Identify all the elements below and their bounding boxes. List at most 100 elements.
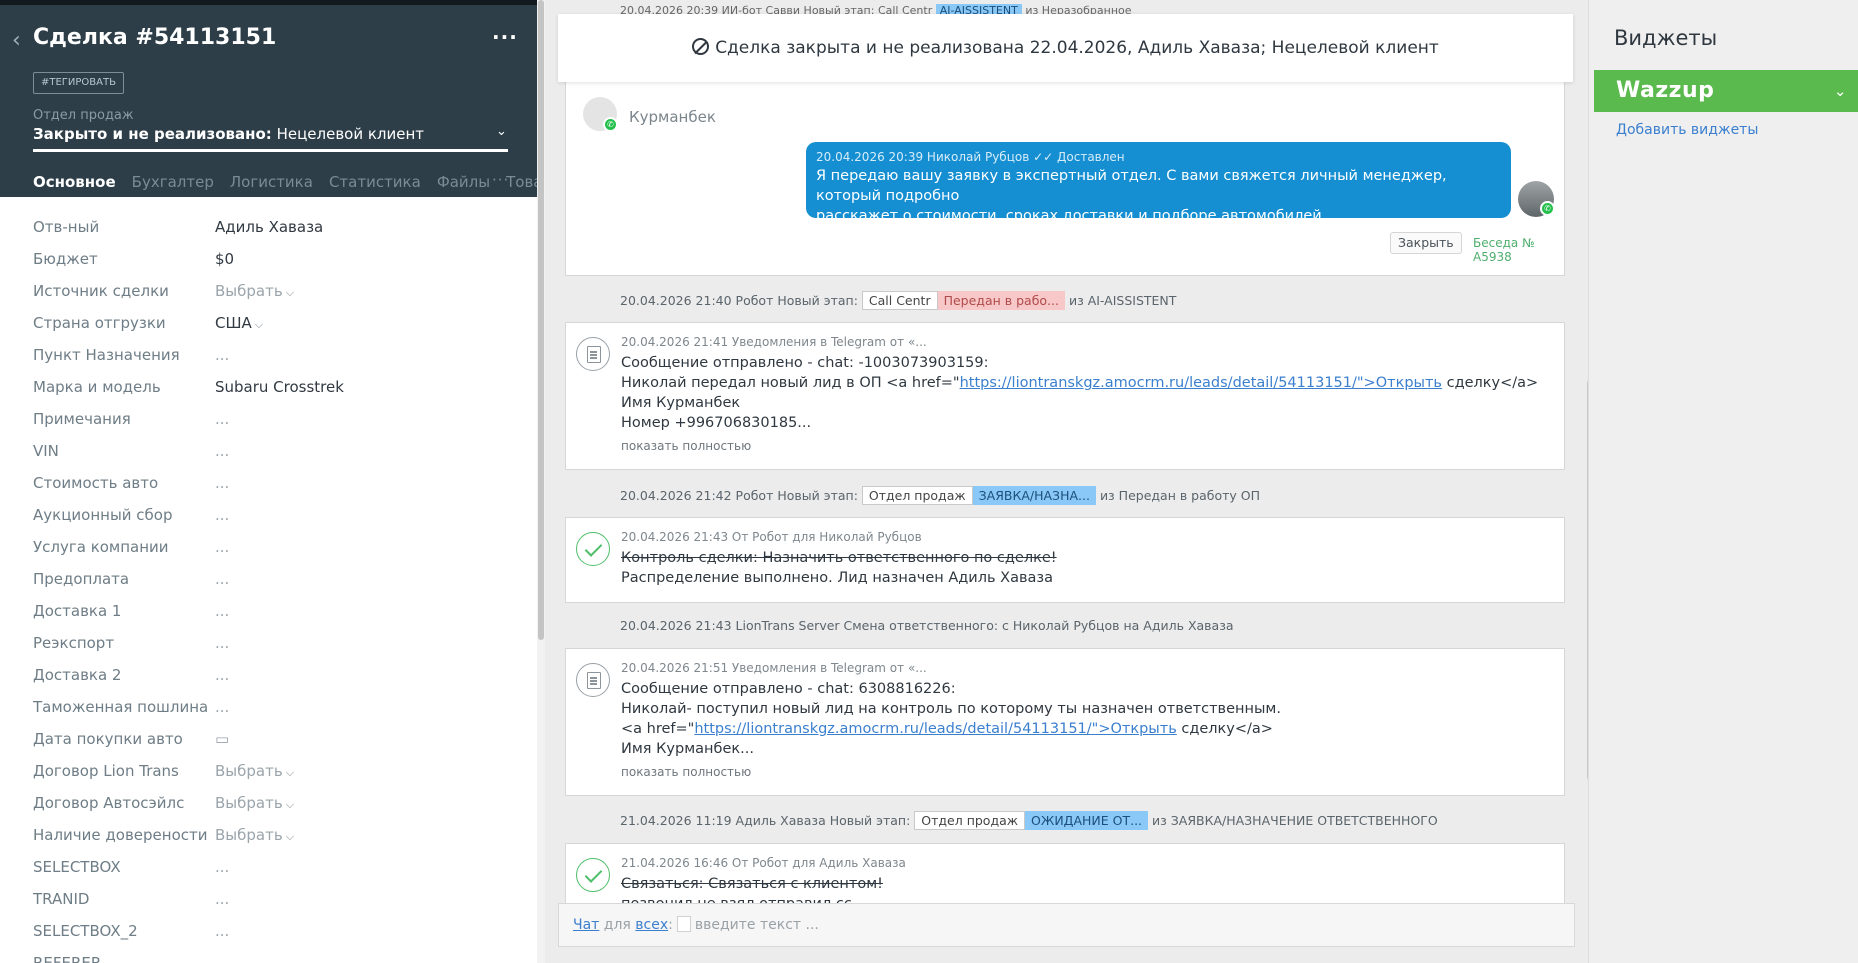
field-value: Выбрать — [215, 794, 283, 812]
chat-card: ✆ Курманбек 20.04.2026 20:39 Николай Руб… — [565, 76, 1565, 276]
tab-products[interactable]: Товары — [506, 173, 537, 197]
field-label: Страна отгрузки — [33, 314, 166, 332]
task-title: Контроль сделки: Назначить ответственног… — [621, 550, 1057, 566]
field-value[interactable]: ... — [215, 538, 229, 556]
event-text: 20.04.2026 21:43 LionTrans Server Смена … — [620, 618, 1234, 633]
conversation-link[interactable]: Беседа № A5938 — [1473, 236, 1564, 264]
field-select[interactable]: Выбрать ⌵ — [215, 762, 294, 780]
field-value[interactable]: ... — [215, 890, 229, 908]
field-value[interactable]: ... — [215, 346, 229, 364]
field-value[interactable]: Subaru Crosstrek — [215, 378, 344, 396]
field-select[interactable]: США ⌵ — [215, 314, 263, 332]
tag-button[interactable]: #ТЕГИРОВАТЬ — [33, 72, 124, 94]
close-conversation-button[interactable]: Закрыть — [1390, 232, 1462, 254]
field-select[interactable]: Выбрать ⌵ — [215, 826, 294, 844]
field-row: Примечания... — [0, 404, 537, 436]
field-row: Договор Lion Trans Выбрать ⌵ — [0, 756, 537, 788]
chevron-down-icon: ⌵ — [285, 286, 295, 299]
field-value[interactable]: ... — [215, 698, 229, 716]
field-row: Доставка 2... — [0, 660, 537, 692]
field-label: Стоимость авто — [33, 474, 159, 492]
check-icon[interactable] — [576, 858, 610, 892]
chevron-down-icon: ⌵ — [254, 318, 264, 331]
pipeline-chip: Отдел продаж — [914, 811, 1026, 830]
status-select[interactable]: Закрыто и не реализовано: Нецелевой клие… — [33, 125, 424, 143]
show-more-link[interactable]: показать полностью — [621, 439, 751, 453]
field-row: Аукционный сбор... — [0, 500, 537, 532]
field-value[interactable]: ... — [215, 410, 229, 428]
field-label: Доставка 2 — [33, 666, 122, 684]
field-row: Доставка 1... — [0, 596, 537, 628]
field-value[interactable]: ... — [215, 570, 229, 588]
field-label: Источник сделки — [33, 282, 169, 300]
stage-chip: Передан в рабо... — [937, 291, 1065, 310]
field-value[interactable]: $0 — [215, 250, 234, 268]
check-icon[interactable] — [576, 532, 610, 566]
field-row: Отв-ный Адиль Хаваза — [0, 212, 537, 244]
field-value[interactable]: ... — [215, 506, 229, 524]
field-value[interactable]: ... — [215, 666, 229, 684]
tab-main[interactable]: Основное — [33, 173, 116, 197]
back-arrow-icon[interactable]: ‹ — [12, 30, 26, 52]
more-menu-icon[interactable]: ··· — [492, 25, 518, 49]
chevron-down-icon[interactable]: ⌄ — [1834, 70, 1847, 112]
lead-link[interactable]: https://liontranskgz.amocrm.ru/leads/det… — [694, 721, 1176, 737]
tabs-more-icon[interactable]: ··· — [492, 171, 509, 189]
message-meta: 20.04.2026 20:39 Николай Рубцов ✓✓ Доста… — [816, 150, 1125, 164]
chat-mode-link[interactable]: Чат — [573, 917, 599, 933]
tab-files[interactable]: Файлы — [437, 173, 490, 197]
field-value[interactable]: ... — [215, 922, 229, 940]
note-line: Номер +996706830185... — [621, 415, 812, 431]
widgets-panel: Виджеты Wazzup ⌄ Добавить виджеты — [1588, 0, 1858, 963]
outgoing-message: 20.04.2026 20:39 Николай Рубцов ✓✓ Доста… — [806, 142, 1511, 224]
field-label: Услуга компании — [33, 538, 169, 556]
app-root: ‹ Сделка #54113151 ··· #ТЕГИРОВАТЬ Отдел… — [0, 0, 1858, 963]
deal-title[interactable]: Сделка #54113151 — [33, 25, 276, 50]
note-line: Имя Курманбек — [621, 395, 741, 411]
note-body: Сообщение отправлено - chat: -1003073903… — [621, 353, 1538, 433]
field-label: Примечания — [33, 410, 131, 428]
field-label: Аукционный сбор — [33, 506, 173, 524]
field-row: Марка и модель Subaru Crosstrek — [0, 372, 537, 404]
task-result: Распределение выполнено. Лид назначен Ад… — [621, 570, 1053, 586]
widgets-title: Виджеты — [1614, 26, 1718, 50]
status-label: Закрыто и не реализовано: — [33, 125, 272, 143]
left-scrollbar[interactable] — [537, 0, 545, 963]
lead-card-panel: ‹ Сделка #54113151 ··· #ТЕГИРОВАТЬ Отдел… — [0, 0, 537, 963]
ban-icon — [692, 38, 710, 55]
chevron-down-icon[interactable]: ⌄ — [496, 124, 507, 139]
field-value[interactable]: ... — [215, 442, 229, 460]
chat-input-bar[interactable]: Чат для всех: введите текст ... — [558, 903, 1575, 947]
recipients-link[interactable]: всех — [635, 917, 668, 933]
document-icon — [576, 663, 610, 697]
field-value[interactable]: ... — [215, 602, 229, 620]
show-more-link[interactable]: показать полностью — [621, 765, 751, 779]
tab-statistics[interactable]: Статистика — [329, 173, 421, 197]
tab-accounting[interactable]: Бухгалтер — [132, 173, 214, 197]
contact-name[interactable]: Курманбек — [629, 108, 716, 126]
chevron-down-icon[interactable] — [676, 916, 691, 932]
note-line: Имя Курманбек... — [621, 741, 754, 757]
wazzup-widget[interactable]: Wazzup ⌄ — [1594, 70, 1858, 112]
lead-link[interactable]: https://liontranskgz.amocrm.ru/leads/det… — [960, 375, 1442, 391]
field-value[interactable]: ... — [215, 474, 229, 492]
whatsapp-icon: ✆ — [603, 117, 618, 132]
message-input[interactable]: введите текст ... — [695, 917, 819, 933]
add-widgets-link[interactable]: Добавить виджеты — [1616, 122, 1758, 138]
field-label: Наличие доверености — [33, 826, 208, 844]
field-select[interactable]: Выбрать ⌵ — [215, 282, 294, 300]
note-line: Николай- поступил новый лид на контроль … — [621, 701, 1281, 717]
field-select[interactable]: Выбрать ⌵ — [215, 794, 294, 812]
field-value[interactable]: ... — [215, 858, 229, 876]
pipeline-label: Отдел продаж — [33, 108, 134, 123]
field-label: VIN — [33, 442, 59, 460]
calendar-icon[interactable]: ▭ — [215, 730, 229, 748]
field-label: Отв-ный — [33, 218, 100, 236]
field-value[interactable]: ... — [215, 634, 229, 652]
closed-banner-text: Сделка закрыта и не реализована 22.04.20… — [715, 38, 1439, 58]
field-value[interactable]: Адиль Хаваза — [215, 218, 323, 236]
tab-logistics[interactable]: Логистика — [230, 173, 313, 197]
field-row: Наличие доверености Выбрать ⌵ — [0, 820, 537, 852]
chevron-down-icon: ⌵ — [285, 830, 295, 843]
left-scrollbar-thumb[interactable] — [538, 0, 544, 640]
